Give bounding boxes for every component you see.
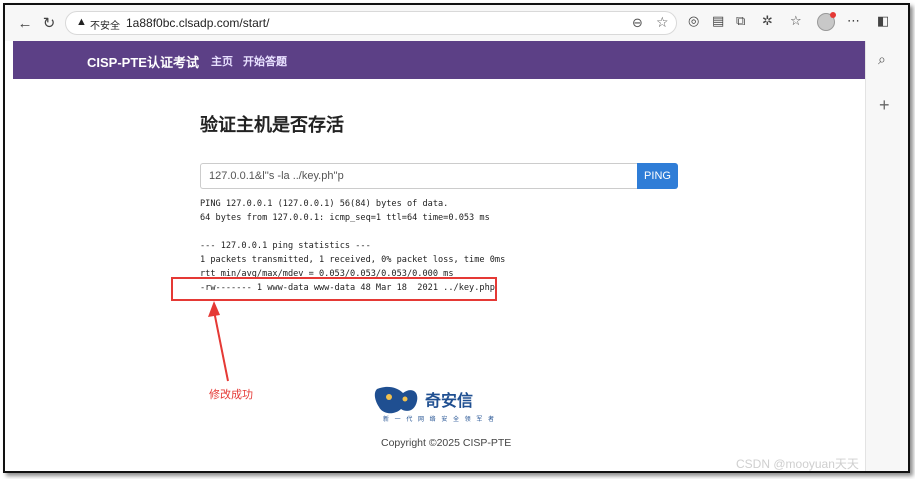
more-menu-icon[interactable]: ⋯ xyxy=(847,13,860,29)
back-icon[interactable]: ← xyxy=(15,13,35,33)
logo-text: 奇安信 xyxy=(425,393,474,410)
reload-icon[interactable]: ↻ xyxy=(39,13,59,33)
circle-extension-icon[interactable]: ◎ xyxy=(688,13,699,29)
copyright-text: Copyright ©2025 CISP-PTE xyxy=(381,437,512,449)
sidebar-search-icon[interactable]: ⌕ xyxy=(878,51,886,68)
url-text[interactable]: 1a88f0bc.clsadp.com/start/ xyxy=(126,16,269,30)
brand-title[interactable]: CISP-PTE认证考试 xyxy=(87,52,199,71)
security-label[interactable]: 不安全 xyxy=(90,17,120,32)
site-navbar: CISP-PTE认证考试 主页 开始答题 xyxy=(13,41,865,79)
ping-button[interactable]: PING xyxy=(637,163,678,189)
edge-sidebar: ⌕ + xyxy=(865,41,908,471)
highlight-box xyxy=(171,277,497,301)
sidebar-toggle-icon[interactable]: ◧ xyxy=(877,13,889,29)
browser-window: ← ↻ ▲ 不安全 1a88f0bc.clsadp.com/start/ ⊖ ☆… xyxy=(3,3,910,473)
browser-toolbar: ← ↻ ▲ 不安全 1a88f0bc.clsadp.com/start/ ⊖ ☆… xyxy=(5,5,908,41)
nav-start-answer-link[interactable]: 开始答题 xyxy=(243,53,287,69)
page-heading: 验证主机是否存活 xyxy=(200,115,344,135)
sidebar-add-icon[interactable]: + xyxy=(879,95,890,116)
output-line: PING 127.0.0.1 (127.0.0.1) 56(84) bytes … xyxy=(200,199,449,209)
zoom-icon[interactable]: ⊖ xyxy=(632,15,643,31)
annotation-text: 修改成功 xyxy=(209,389,253,401)
output-line: 64 bytes from 127.0.0.1: icmp_seq=1 ttl=… xyxy=(200,213,490,223)
warning-icon[interactable]: ▲ xyxy=(76,16,87,28)
host-input[interactable]: 127.0.0.1&l''s -la ../key.ph''p xyxy=(200,163,637,189)
output-line: 1 packets transmitted, 1 received, 0% pa… xyxy=(200,255,506,265)
nav-home-link[interactable]: 主页 xyxy=(211,53,233,69)
reading-view-icon[interactable]: ▤ xyxy=(712,13,724,29)
address-bar[interactable]: ▲ 不安全 1a88f0bc.clsadp.com/start/ ⊖ ☆ xyxy=(65,11,677,35)
profile-avatar[interactable] xyxy=(817,12,836,31)
annotation-arrow xyxy=(208,301,229,382)
tab-collections-icon[interactable]: ⧉ xyxy=(736,13,745,29)
extensions-puzzle-icon[interactable]: ✲ xyxy=(762,13,773,29)
favorites-list-icon[interactable]: ☆ xyxy=(790,13,802,29)
csdn-watermark: CSDN @mooyuan天天 xyxy=(736,457,859,471)
logo-subtitle: 新 一 代 网 络 安 全 领 军 者 xyxy=(383,417,497,423)
output-line: --- 127.0.0.1 ping statistics --- xyxy=(200,241,371,251)
favorite-star-icon[interactable]: ☆ xyxy=(656,14,669,31)
page-viewport: CISP-PTE认证考试 主页 开始答题 验证主机是否存活 127.0.0.1&… xyxy=(13,41,865,471)
